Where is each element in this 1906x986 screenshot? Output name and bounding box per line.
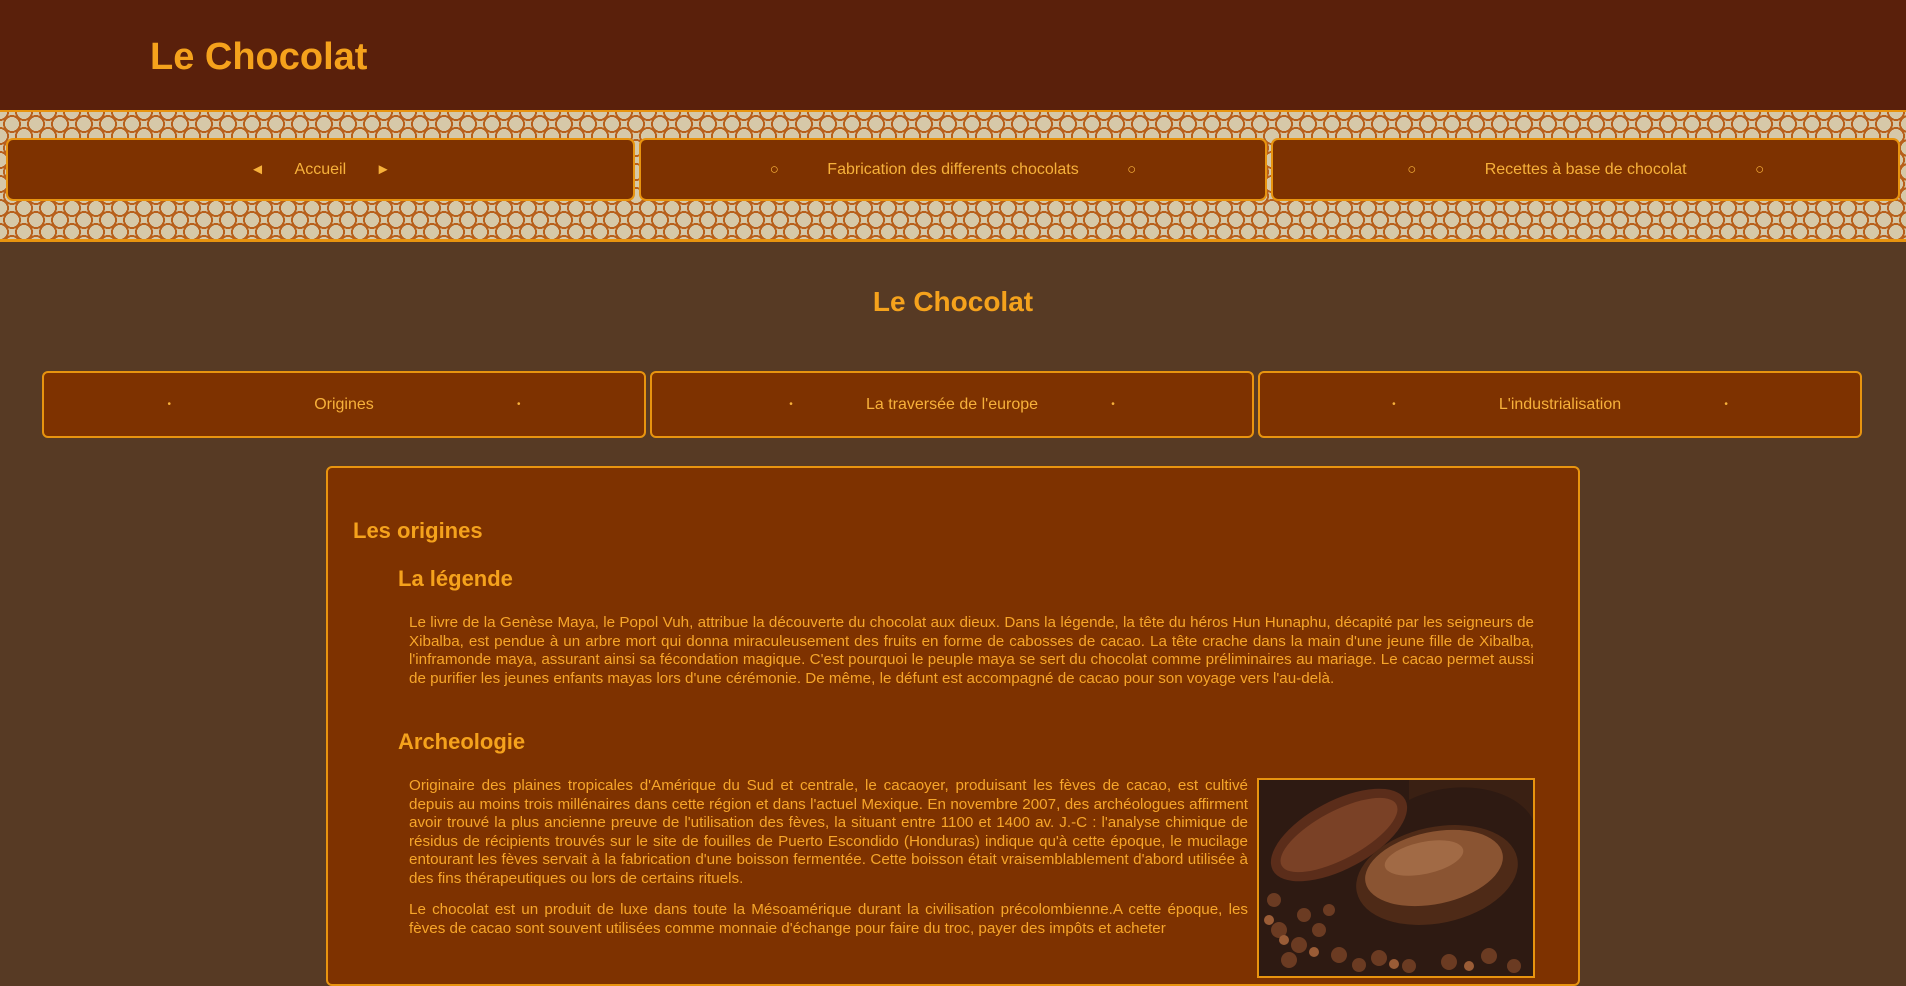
bullet-icon: •: [167, 399, 171, 410]
subnav-tab-industrialisation[interactable]: • L'industrialisation •: [1258, 371, 1862, 438]
circle-icon: ○: [769, 161, 779, 178]
site-title: Le Chocolat: [150, 36, 368, 78]
decorative-band: ◄ Accueil ► ○ Fabrication des differents…: [0, 110, 1906, 242]
nav-tab-recettes[interactable]: ○ Recettes à base de chocolat ○: [1271, 138, 1901, 201]
site-header: Le Chocolat: [0, 0, 1906, 110]
nav-tab-label: Fabrication des differents chocolats: [827, 160, 1079, 178]
nav-tab-fabrication[interactable]: ○ Fabrication des differents chocolats ○: [638, 138, 1268, 201]
circle-icon: ○: [1755, 161, 1765, 178]
legend-heading: La légende: [398, 566, 513, 591]
cocoa-pods-image: [1257, 778, 1535, 978]
legend-paragraph: Le livre de la Genèse Maya, le Popol Vuh…: [409, 614, 1534, 687]
archeology-heading: Archeologie: [398, 729, 526, 754]
bullet-icon: •: [1111, 399, 1115, 410]
section-title: Les origines: [353, 518, 483, 543]
subnav-tab-label: La traversée de l'europe: [865, 395, 1039, 413]
nav-tab-label: Recettes à base de chocolat: [1484, 160, 1687, 178]
bullet-icon: •: [1724, 399, 1728, 410]
article-panel: Les origines La légende Le livre de la G…: [326, 466, 1580, 986]
subnav-tab-label: Origines: [314, 395, 374, 413]
bullet-icon: •: [789, 399, 793, 410]
top-navigation: ◄ Accueil ► ○ Fabrication des differents…: [6, 138, 1901, 201]
bullet-icon: •: [1392, 399, 1396, 410]
archeology-paragraph: Originaire des plaines tropicales d'Amér…: [409, 777, 1248, 887]
nav-tab-label: Accueil: [294, 160, 347, 178]
circle-icon: ○: [1407, 161, 1417, 178]
nav-tab-accueil[interactable]: ◄ Accueil ►: [6, 138, 635, 201]
arrow-left-icon: ◄: [250, 161, 265, 178]
subnav-tab-label: L'industrialisation: [1498, 395, 1622, 413]
arrow-right-icon: ►: [375, 161, 391, 178]
subnav-tab-origines[interactable]: • Origines •: [42, 371, 646, 438]
bullet-icon: •: [517, 399, 521, 410]
section-navigation: • Origines • • La traversée de l'europe …: [42, 371, 1862, 438]
circle-icon: ○: [1127, 161, 1137, 178]
subnav-tab-traversee[interactable]: • La traversée de l'europe •: [650, 371, 1254, 438]
page-heading: Le Chocolat: [872, 286, 1034, 317]
